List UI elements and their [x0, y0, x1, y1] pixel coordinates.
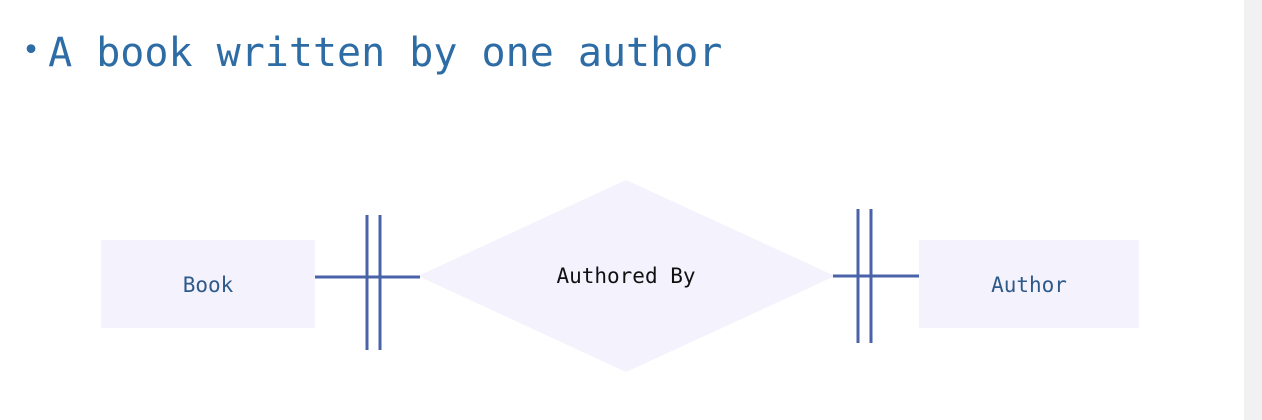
relationship-label: Authored By — [556, 264, 695, 288]
entity-author-label: Author — [991, 273, 1067, 297]
entity-book-label: Book — [183, 273, 234, 297]
er-diagram: Book Authored By Author — [101, 180, 1139, 372]
